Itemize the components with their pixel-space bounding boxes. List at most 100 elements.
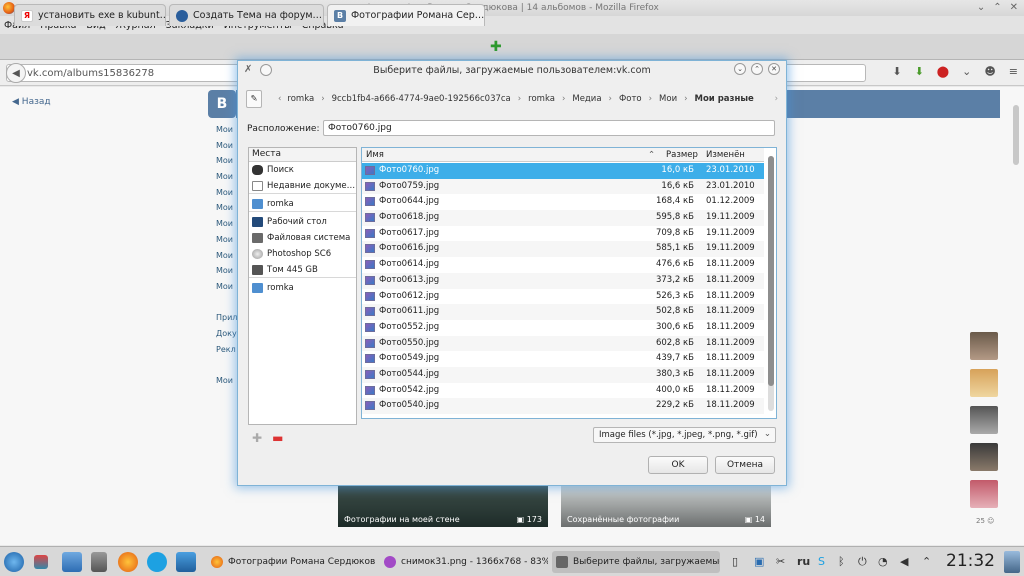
close-icon[interactable]: ✕ (1010, 2, 1018, 13)
place-search[interactable]: Поиск (249, 162, 356, 178)
skype-tray-icon[interactable]: S (818, 555, 825, 568)
download-icon[interactable]: ⬇ (892, 65, 901, 78)
friend-avatar[interactable] (970, 369, 998, 397)
vk-side-item[interactable]: Мои (216, 282, 237, 298)
friend-avatar[interactable] (970, 480, 998, 508)
vk-side-item[interactable]: Рекл (216, 345, 237, 361)
vk-side-item[interactable]: Доку (216, 329, 237, 345)
file-row[interactable]: Фото0614.jpg 476,6 кБ 18.11.2009 (362, 257, 764, 273)
power-icon[interactable]: ⏻ (858, 555, 867, 569)
activities-icon[interactable] (34, 555, 48, 569)
crumb[interactable]: Фото (619, 94, 642, 104)
crumb-current[interactable]: Мои разные (695, 94, 754, 104)
vk-side-item[interactable]: Мои (216, 156, 237, 172)
friend-avatar[interactable] (970, 443, 998, 471)
display-icon[interactable]: ▯ (732, 555, 738, 568)
vk-side-item[interactable]: Мои (216, 376, 237, 392)
file-row[interactable]: Фото0760.jpg 16,0 кБ 23.01.2010 (362, 163, 764, 179)
album-saved-photos[interactable]: Сохранённые фотографии ▣ 14 (561, 485, 771, 527)
minimize-icon[interactable]: ⌄ (734, 63, 746, 75)
chevron-down-icon[interactable]: ⌄ (962, 65, 971, 78)
column-size[interactable]: Размер (666, 150, 698, 160)
scrollbar-thumb[interactable] (768, 156, 774, 386)
kde-menu-icon[interactable] (4, 552, 24, 572)
remove-place-icon[interactable]: ▬ (272, 431, 283, 445)
vk-side-item[interactable]: Прил (216, 313, 237, 329)
tab-create-topic[interactable]: Создать Тема на форум… ✕ (169, 4, 324, 26)
place-volume[interactable]: Том 445 GB (249, 262, 356, 278)
column-name[interactable]: Имя (366, 150, 384, 160)
ok-button[interactable]: OK (648, 456, 708, 474)
vk-back-link[interactable]: ◀ Назад (12, 97, 51, 107)
volume-icon[interactable]: ◀ (900, 555, 908, 568)
crumb[interactable]: 9ccb1fb4-a666-4774-9ae0-192566c037ca (332, 94, 511, 104)
task-file-dialog[interactable]: Выберите файлы, загружаемые … (552, 551, 720, 573)
close-icon[interactable]: ✕ (768, 63, 780, 75)
file-row[interactable]: Фото0613.jpg 373,2 кБ 18.11.2009 (362, 272, 764, 289)
crumb[interactable]: Мои (659, 94, 677, 104)
crumb[interactable]: romka (287, 94, 314, 104)
location-input[interactable]: Фото0760.jpg (323, 120, 775, 136)
crumb[interactable]: romka (528, 94, 555, 104)
friend-avatar[interactable] (970, 332, 998, 360)
new-tab-icon[interactable]: ✚ (490, 39, 502, 55)
vk-side-item[interactable]: Мои (216, 266, 237, 282)
place-home[interactable]: romka (249, 196, 356, 212)
task-image-viewer[interactable]: снимок31.png - 1366x768 - 83%… (380, 551, 548, 573)
maximize-icon[interactable]: ⌃ (993, 2, 1001, 13)
dialog-pin-icon[interactable] (260, 64, 273, 76)
column-modified[interactable]: Изменён (706, 150, 745, 160)
file-list-scrollbar[interactable] (766, 148, 776, 418)
file-row[interactable]: Фото0759.jpg 16,6 кБ 23.01.2010 (362, 178, 764, 195)
vk-side-item[interactable]: Мои (216, 219, 237, 235)
vk-side-item[interactable]: Мои (216, 235, 237, 251)
tab-vk-photos[interactable]: B Фотографии Романа Сер… ✕ (327, 4, 485, 26)
notes-icon[interactable]: ▣ (754, 555, 764, 568)
scissors-icon[interactable]: ✂ (776, 555, 785, 568)
chevron-right-icon[interactable]: › (775, 94, 778, 104)
place-filesystem[interactable]: Файловая система (249, 230, 356, 246)
add-place-icon[interactable]: ✚ (252, 431, 262, 445)
scrollbar-thumb[interactable] (1013, 105, 1019, 165)
minimize-icon[interactable]: ⌄ (977, 2, 985, 13)
album-wall-photos[interactable]: Фотографии на моей стене ▣ 173 (338, 485, 548, 527)
vk-side-item[interactable]: Мои (216, 125, 237, 141)
search-tool-icon[interactable] (176, 552, 196, 572)
vk-logo[interactable]: B (208, 90, 236, 118)
file-row[interactable]: Фото0542.jpg 400,0 кБ 18.11.2009 (362, 383, 764, 399)
vk-side-item[interactable]: Мои (216, 188, 237, 204)
chevron-left-icon[interactable]: ‹ (278, 94, 281, 104)
show-desktop-icon[interactable] (1004, 551, 1020, 573)
file-manager-icon[interactable] (62, 552, 82, 572)
file-row[interactable]: Фото0550.jpg 602,8 кБ 18.11.2009 (362, 335, 764, 352)
file-row[interactable]: Фото0617.jpg 709,8 кБ 19.11.2009 (362, 226, 764, 242)
maximize-icon[interactable]: ⌃ (751, 63, 763, 75)
back-arrow-icon[interactable]: ◀ (6, 63, 26, 83)
file-row[interactable]: Фото0549.jpg 439,7 кБ 18.11.2009 (362, 351, 764, 367)
task-firefox[interactable]: Фотографии Романа Сердюкова (207, 551, 375, 573)
keyboard-layout[interactable]: ru (797, 555, 810, 568)
page-scrollbar[interactable] (1012, 95, 1020, 535)
vk-side-item[interactable]: Мои (216, 141, 237, 157)
file-row[interactable]: Фото0540.jpg 229,2 кБ 18.11.2009 (362, 398, 764, 414)
place-photoshop-disc[interactable]: Photoshop SC6 (249, 246, 356, 262)
network-icon[interactable]: ◔ (878, 555, 888, 568)
adblock-icon[interactable]: ⬤ (937, 65, 949, 78)
file-row[interactable]: Фото0552.jpg 300,6 кБ 18.11.2009 (362, 320, 764, 336)
file-row[interactable]: Фото0618.jpg 595,8 кБ 19.11.2009 (362, 210, 764, 226)
bluetooth-icon[interactable]: ᛒ (838, 555, 845, 568)
tray-expand-icon[interactable]: ⌃ (922, 555, 931, 568)
friend-avatar[interactable] (970, 406, 998, 434)
vk-side-item[interactable]: Мои (216, 172, 237, 188)
green-download-icon[interactable]: ⬇ (915, 65, 924, 78)
file-row[interactable]: Фото0612.jpg 526,3 кБ 18.11.2009 (362, 289, 764, 305)
file-row[interactable]: Фото0644.jpg 168,4 кБ 01.12.2009 (362, 194, 764, 210)
place-recent[interactable]: Недавние докуме… (249, 178, 356, 194)
crumb[interactable]: Медиа (572, 94, 601, 104)
firefox-icon[interactable] (118, 552, 138, 572)
cancel-button[interactable]: Отмена (715, 456, 775, 474)
file-row[interactable]: Фото0616.jpg 585,1 кБ 19.11.2009 (362, 241, 764, 258)
place-romka-folder[interactable]: romka (249, 280, 356, 296)
calculator-icon[interactable] (91, 552, 107, 572)
skype-icon[interactable] (147, 552, 167, 572)
